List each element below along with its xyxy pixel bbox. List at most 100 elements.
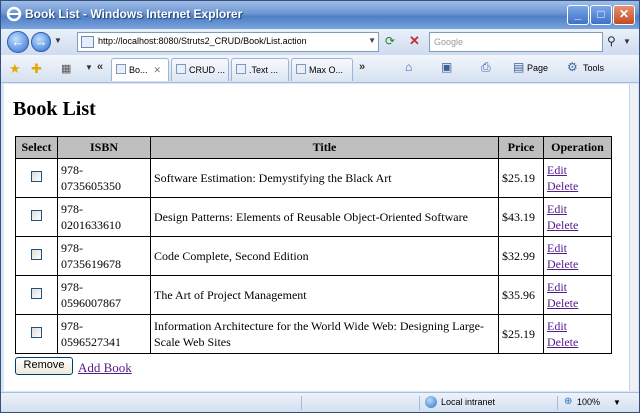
price-cell: $25.19	[498, 158, 544, 198]
isbn-prefix: 978-	[61, 202, 83, 216]
edit-link[interactable]: Edit	[547, 162, 608, 178]
maximize-button[interactable]: □	[590, 5, 612, 25]
title-cell: Information Architecture for the World W…	[150, 314, 499, 354]
minimize-button[interactable]: _	[567, 5, 589, 25]
tab-crud[interactable]: CRUD ...	[171, 58, 229, 81]
search-icon[interactable]: ⚲	[607, 34, 616, 48]
address-url[interactable]: http://localhost:8080/Struts2_CRUD/Book/…	[98, 36, 307, 46]
tab-command-row: ★ ✚ ▦ ▼ « Bo... ✕ CRUD ... .Text ... Max …	[1, 55, 639, 83]
tab-page-icon	[116, 64, 126, 74]
remove-button[interactable]: Remove	[15, 357, 73, 375]
delete-link[interactable]: Delete	[547, 256, 608, 272]
tools-menu[interactable]: Tools	[583, 63, 604, 73]
search-input[interactable]: Google	[429, 32, 603, 52]
column-header-select: Select	[15, 136, 58, 159]
edit-link[interactable]: Edit	[547, 279, 608, 295]
operation-cell: Edit Delete	[543, 314, 612, 354]
search-placeholder: Google	[434, 37, 464, 47]
tab-text[interactable]: .Text ...	[231, 58, 289, 81]
favorites-star-icon[interactable]: ★	[9, 61, 21, 77]
security-zone: Local intranet	[441, 397, 496, 407]
page-title: Book List	[13, 98, 96, 120]
home-icon[interactable]: ⌂	[405, 60, 412, 74]
title-cell: Software Estimation: Demystifying the Bl…	[150, 158, 499, 198]
feeds-icon[interactable]: ▣	[441, 60, 452, 74]
isbn-cell: 978- 0596527341	[57, 314, 151, 354]
tab-book-list[interactable]: Bo... ✕	[111, 58, 169, 81]
delete-link[interactable]: Delete	[547, 334, 608, 350]
zoom-level[interactable]: 100%	[577, 397, 600, 407]
vertical-scrollbar[interactable]	[629, 84, 638, 391]
scroll-tabs-left-icon[interactable]: «	[97, 61, 103, 73]
delete-link[interactable]: Delete	[547, 217, 608, 233]
isbn-number: 0735605350	[61, 179, 121, 193]
zoom-dropdown-icon[interactable]: ▼	[613, 398, 621, 407]
refresh-icon[interactable]: ⟳	[385, 34, 395, 48]
close-button[interactable]: ✕	[613, 5, 635, 25]
recent-pages-dropdown-icon[interactable]: ▼	[54, 36, 62, 45]
print-icon[interactable]: ⎙	[481, 60, 491, 75]
tab-max[interactable]: Max O...	[291, 58, 353, 81]
operation-cell: Edit Delete	[543, 197, 612, 237]
address-dropdown-icon[interactable]: ▼	[368, 36, 376, 45]
isbn-cell: 978- 0735619678	[57, 236, 151, 276]
status-separator	[557, 396, 558, 410]
back-button[interactable]: ←	[7, 31, 29, 53]
page-menu-icon[interactable]: ▤	[513, 60, 524, 74]
page-menu[interactable]: Page	[527, 63, 548, 73]
tab-list-dropdown-icon[interactable]: ▼	[85, 63, 93, 72]
edit-link[interactable]: Edit	[547, 318, 608, 334]
tab-page-icon	[176, 64, 186, 74]
tab-page-icon	[296, 64, 306, 74]
select-cell	[15, 236, 58, 276]
status-separator	[301, 396, 302, 410]
select-cell	[15, 275, 58, 315]
edit-link[interactable]: Edit	[547, 201, 608, 217]
select-checkbox[interactable]	[31, 326, 42, 338]
column-header-title: Title	[150, 136, 499, 159]
add-favorites-icon[interactable]: ✚	[31, 61, 42, 77]
isbn-number: 0596527341	[61, 335, 121, 349]
select-checkbox[interactable]	[31, 209, 42, 221]
isbn-prefix: 978-	[61, 319, 83, 333]
forward-button[interactable]: →	[31, 32, 51, 52]
search-options-dropdown-icon[interactable]: ▼	[623, 37, 631, 46]
add-book-link[interactable]: Add Book	[78, 360, 132, 376]
quick-tabs-icon[interactable]: ▦	[61, 62, 71, 75]
zoom-icon[interactable]: ⊕	[564, 396, 572, 407]
tab-label: CRUD ...	[189, 65, 225, 75]
delete-link[interactable]: Delete	[547, 178, 608, 194]
operation-cell: Edit Delete	[543, 158, 612, 198]
select-checkbox[interactable]	[31, 248, 42, 260]
title-cell: Design Patterns: Elements of Reusable Ob…	[150, 197, 499, 237]
address-row: ← → ▼ http://localhost:8080/Struts2_CRUD…	[1, 29, 639, 55]
price-cell: $25.19	[498, 314, 544, 354]
ie-window: Book List - Windows Internet Explorer _ …	[0, 0, 640, 413]
address-bar[interactable]: http://localhost:8080/Struts2_CRUD/Book/…	[77, 32, 379, 52]
title-cell: Code Complete, Second Edition	[150, 236, 499, 276]
isbn-number: 0201633610	[61, 218, 121, 232]
isbn-cell: 978- 0596007867	[57, 275, 151, 315]
isbn-number: 0735619678	[61, 257, 121, 271]
tools-gear-icon[interactable]: ⚙	[567, 60, 578, 74]
stop-icon[interactable]: ✕	[409, 33, 420, 49]
select-checkbox[interactable]	[31, 287, 42, 299]
scroll-tabs-right-icon[interactable]: »	[359, 61, 365, 73]
window-title: Book List - Windows Internet Explorer	[25, 7, 243, 21]
delete-link[interactable]: Delete	[547, 295, 608, 311]
isbn-cell: 978- 0201633610	[57, 197, 151, 237]
tab-label: Max O...	[309, 65, 344, 75]
select-cell	[15, 197, 58, 237]
title-bar: Book List - Windows Internet Explorer _ …	[1, 1, 639, 29]
isbn-prefix: 978-	[61, 280, 83, 294]
price-cell: $32.99	[498, 236, 544, 276]
tab-label: .Text ...	[249, 65, 279, 75]
select-cell	[15, 314, 58, 354]
edit-link[interactable]: Edit	[547, 240, 608, 256]
table-row: 978- 0596007867 The Art of Project Manage…	[15, 275, 612, 315]
select-checkbox[interactable]	[31, 170, 42, 182]
title-cell: The Art of Project Management	[150, 275, 499, 315]
status-separator	[419, 396, 420, 410]
price-cell: $43.19	[498, 197, 544, 237]
tab-close-icon[interactable]: ✕	[154, 65, 162, 75]
